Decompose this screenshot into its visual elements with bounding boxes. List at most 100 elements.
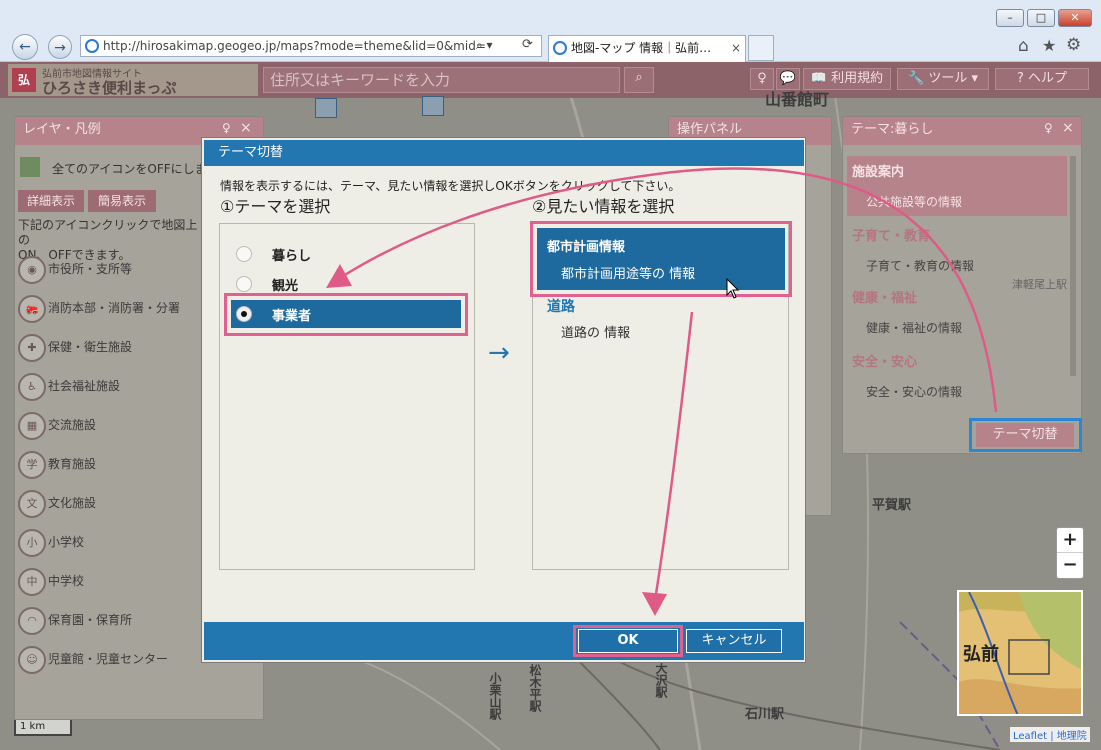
radio-jigyosha[interactable] bbox=[236, 306, 252, 322]
theme-section-item[interactable]: 健康・福祉の情報 bbox=[866, 315, 962, 341]
back-icon[interactable]: ← bbox=[12, 34, 38, 60]
layer-item-label: 交流施設 bbox=[48, 418, 97, 432]
address-bar[interactable]: http://hirosakimap.geogeo.jp/maps?mode=t… bbox=[80, 35, 542, 57]
layer-item[interactable]: ♿ 社会福祉施設 bbox=[18, 371, 120, 401]
layer-item-icon[interactable]: ♿ bbox=[18, 372, 46, 401]
close-icon[interactable]: × bbox=[1062, 120, 1074, 136]
info-head: 都市計画情報 bbox=[547, 240, 626, 255]
radio-kurashi[interactable] bbox=[236, 246, 252, 262]
search-icon[interactable]: ⌕ bbox=[624, 67, 654, 93]
simple-view-button[interactable]: 簡易表示 bbox=[88, 190, 156, 212]
theme-option-label[interactable]: 観光 bbox=[272, 275, 298, 294]
tab-close-icon[interactable]: × bbox=[731, 36, 741, 61]
layer-item-icon[interactable]: 文 bbox=[18, 489, 46, 518]
info-item[interactable]: 道路の 情報 bbox=[561, 322, 630, 341]
layer-item-icon[interactable]: 🚒 bbox=[18, 294, 46, 323]
layer-item[interactable]: ▦ 交流施設 bbox=[18, 410, 96, 440]
dialog-instruction: 情報を表示するには、テーマ、見たい情報を選択しOKボタンをクリックして下さい。 bbox=[220, 179, 681, 193]
theme-section-item[interactable]: 公共施設等の情報 bbox=[866, 189, 962, 215]
layer-item-icon[interactable]: 中 bbox=[18, 567, 46, 596]
layer-item[interactable]: ◉ 市役所・支所等 bbox=[18, 254, 132, 284]
home-icon[interactable]: ⌂ bbox=[1018, 36, 1029, 56]
ok-button[interactable]: OK bbox=[578, 629, 678, 653]
layer-item-icon[interactable]: 小 bbox=[18, 528, 46, 557]
theme-option-label[interactable]: 事業者 bbox=[272, 305, 311, 324]
refresh-icon[interactable]: ⟳ bbox=[522, 37, 533, 52]
theme-section-head: 安全・安心 bbox=[852, 355, 918, 370]
tab-hirosaki-map[interactable]: 地図-マップ 情報｜弘前… × bbox=[548, 35, 746, 62]
address-search-icon[interactable]: ⌕ ▾ bbox=[476, 38, 493, 53]
theme-option-selected[interactable] bbox=[231, 300, 461, 328]
cancel-button[interactable]: キャンセル bbox=[686, 629, 782, 653]
help-button[interactable]: ? ヘルプ bbox=[995, 68, 1089, 90]
layer-item-label: 消防本部・消防署・分署 bbox=[48, 301, 181, 315]
logo-mark-icon: 弘 bbox=[12, 68, 36, 92]
layer-item[interactable]: 学教育施設 bbox=[18, 449, 96, 479]
layer-item-icon[interactable]: ☺ bbox=[18, 645, 46, 674]
site-logo[interactable]: 弘 弘前市地図情報サイト ひろさき便利まっぷ bbox=[8, 64, 258, 97]
map-label-matsukitai: 松木平駅 bbox=[528, 664, 542, 712]
arrow-right-icon: → bbox=[488, 338, 510, 368]
layer-item[interactable]: 🚒 消防本部・消防署・分署 bbox=[18, 293, 180, 323]
pin-icon[interactable]: ♀ bbox=[1044, 121, 1053, 135]
minimize-button[interactable]: – bbox=[996, 9, 1024, 27]
map-facility-icon[interactable] bbox=[422, 96, 444, 116]
info-head: 道路 bbox=[547, 299, 575, 315]
map-label-top: 山番館町 bbox=[765, 90, 830, 109]
theme-section-head: 健康・福祉 bbox=[852, 291, 918, 306]
map-label-tsugaru: 津軽尾上駅 bbox=[1012, 278, 1067, 291]
info-item[interactable]: 都市計画用途等の 情報 bbox=[561, 263, 695, 282]
dialog-title: テーマ切替 bbox=[204, 140, 804, 166]
zoom-in-button[interactable]: + bbox=[1057, 528, 1083, 553]
layer-item[interactable]: 中中学校 bbox=[18, 566, 84, 596]
map-label-ohzawa: 大沢駅 bbox=[654, 662, 668, 698]
forward-icon[interactable]: → bbox=[48, 35, 72, 59]
new-tab-button[interactable] bbox=[748, 35, 774, 61]
theme-section-item[interactable]: 安全・安心の情報 bbox=[866, 379, 962, 405]
layer-item-icon[interactable]: ◉ bbox=[18, 255, 46, 284]
tab-title: 地図-マップ 情報｜弘前… bbox=[571, 41, 712, 55]
layer-item-label: 市役所・支所等 bbox=[48, 262, 133, 276]
overview-minimap[interactable]: 弘前 bbox=[957, 590, 1083, 716]
layer-item-label: 社会福祉施設 bbox=[48, 379, 121, 393]
layer-item-label: 中学校 bbox=[48, 574, 85, 588]
url-text: http://hirosakimap.geogeo.jp/maps?mode=t… bbox=[103, 39, 486, 53]
layer-item-icon[interactable]: ◠ bbox=[18, 606, 46, 635]
zoom-out-button[interactable]: − bbox=[1057, 553, 1083, 578]
map-book-icon[interactable] bbox=[20, 157, 40, 177]
pin-icon[interactable]: ♀ bbox=[222, 121, 231, 135]
map-facility-icon[interactable] bbox=[315, 98, 337, 118]
attribution[interactable]: Leaflet | 地理院 bbox=[1010, 727, 1090, 742]
layer-item[interactable]: 文文化施設 bbox=[18, 488, 96, 518]
close-icon[interactable]: × bbox=[240, 120, 252, 136]
layer-item[interactable]: ◠ 保育園・保育所 bbox=[18, 605, 132, 635]
scale-bar: 1 km bbox=[14, 720, 72, 736]
address-search-input[interactable]: 住所又はキーワードを入力 bbox=[263, 67, 620, 93]
layer-item[interactable]: ☺ 児童館・児童センター bbox=[18, 644, 168, 674]
star-icon[interactable]: ★ bbox=[1042, 36, 1056, 55]
maximize-button[interactable]: □ bbox=[1027, 9, 1055, 27]
theme-panel-scrollbar[interactable] bbox=[1070, 156, 1076, 376]
map-label-hiraga: 平賀駅 bbox=[872, 498, 912, 513]
theme-switch-button[interactable]: テーマ切替 bbox=[976, 423, 1074, 447]
theme-section-head: 施設案内 bbox=[852, 165, 905, 180]
layer-item-icon[interactable]: 学 bbox=[18, 450, 46, 479]
layer-item-icon[interactable]: ✚ bbox=[18, 333, 46, 362]
all-off-label[interactable]: 全てのアイコンをOFFにしま bbox=[52, 160, 207, 177]
gear-icon[interactable]: ⚙ bbox=[1066, 35, 1081, 55]
theme-section-item[interactable]: 子育て・教育の情報 bbox=[866, 253, 974, 279]
layer-item[interactable]: 小小学校 bbox=[18, 527, 84, 557]
layer-item-label: 保健・衛生施設 bbox=[48, 340, 133, 354]
layer-item-icon[interactable]: ▦ bbox=[18, 411, 46, 440]
tools-button[interactable]: 🔧 ツール ▾ bbox=[897, 68, 989, 90]
close-window-button[interactable]: ✕ bbox=[1058, 9, 1092, 27]
ie-icon bbox=[85, 39, 99, 53]
theme-option-label[interactable]: 暮らし bbox=[272, 245, 311, 264]
ie-tab-icon bbox=[553, 41, 567, 55]
detail-view-button[interactable]: 詳細表示 bbox=[18, 190, 84, 212]
step1-heading: ①テーマを選択 bbox=[220, 197, 331, 216]
layer-item-label: 教育施設 bbox=[48, 457, 97, 471]
radio-kanko[interactable] bbox=[236, 276, 252, 292]
layer-item-label: 小学校 bbox=[48, 535, 85, 549]
layer-item[interactable]: ✚ 保健・衛生施設 bbox=[18, 332, 132, 362]
